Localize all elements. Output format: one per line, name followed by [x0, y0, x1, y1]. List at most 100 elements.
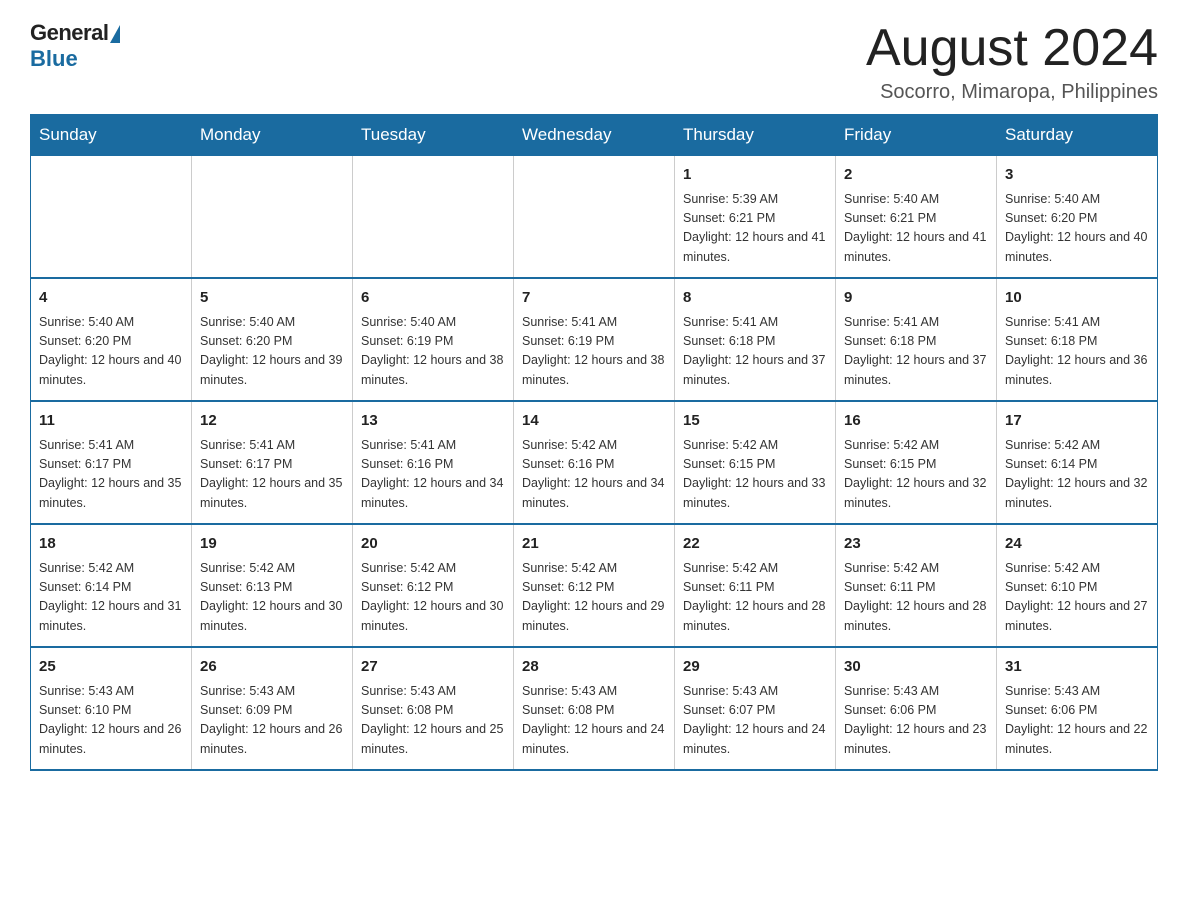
calendar-cell: 13 Sunrise: 5:41 AMSunset: 6:16 PMDayligh… [353, 401, 514, 524]
calendar-cell: 7Sunrise: 5:41 AMSunset: 6:19 PMDaylight… [514, 278, 675, 401]
day-info: Sunrise: 5:42 AMSunset: 6:12 PMDaylight:… [361, 559, 505, 637]
calendar-table: SundayMondayTuesdayWednesdayThursdayFrid… [30, 114, 1158, 771]
day-number: 1 [683, 164, 827, 187]
day-headers-row: SundayMondayTuesdayWednesdayThursdayFrid… [31, 115, 1158, 156]
day-info: Sunrise: 5:43 AMSunset: 6:09 PMDaylight:… [200, 682, 344, 760]
calendar-cell: 5Sunrise: 5:40 AMSunset: 6:20 PMDaylight… [192, 278, 353, 401]
calendar-cell: 30Sunrise: 5:43 AMSunset: 6:06 PMDayligh… [836, 647, 997, 770]
calendar-cell: 27 Sunrise: 5:43 AMSunset: 6:08 PMDayligh… [353, 647, 514, 770]
calendar-cell: 29 Sunrise: 5:43 AMSunset: 6:07 PMDayligh… [675, 647, 836, 770]
calendar-cell: 23 Sunrise: 5:42 AMSunset: 6:11 PMDayligh… [836, 524, 997, 647]
day-info: Sunrise: 5:42 AMSunset: 6:15 PMDaylight:… [683, 436, 827, 514]
calendar-cell: 11Sunrise: 5:41 AMSunset: 6:17 PMDayligh… [31, 401, 192, 524]
page-header: General Blue August 2024 Socorro, Mimaro… [30, 20, 1158, 104]
day-number: 19 [200, 533, 344, 556]
calendar-cell: 12 Sunrise: 5:41 AMSunset: 6:17 PMDayligh… [192, 401, 353, 524]
day-info: Sunrise: 5:39 AMSunset: 6:21 PMDaylight:… [683, 190, 827, 268]
day-number: 24 [1005, 533, 1149, 556]
day-number: 11 [39, 410, 183, 433]
calendar-body: 1 Sunrise: 5:39 AMSunset: 6:21 PMDaylight… [31, 156, 1158, 771]
day-number: 21 [522, 533, 666, 556]
calendar-cell: 4Sunrise: 5:40 AMSunset: 6:20 PMDaylight… [31, 278, 192, 401]
day-header-monday: Monday [192, 115, 353, 156]
calendar-header: SundayMondayTuesdayWednesdayThursdayFrid… [31, 115, 1158, 156]
day-number: 17 [1005, 410, 1149, 433]
calendar-cell: 31Sunrise: 5:43 AMSunset: 6:06 PMDayligh… [997, 647, 1158, 770]
day-number: 29 [683, 656, 827, 679]
day-info: Sunrise: 5:40 AMSunset: 6:20 PMDaylight:… [1005, 190, 1149, 268]
day-header-wednesday: Wednesday [514, 115, 675, 156]
day-number: 28 [522, 656, 666, 679]
day-info: Sunrise: 5:40 AMSunset: 6:20 PMDaylight:… [39, 313, 183, 391]
calendar-cell [192, 156, 353, 279]
day-info: Sunrise: 5:42 AMSunset: 6:14 PMDaylight:… [1005, 436, 1149, 514]
day-info: Sunrise: 5:40 AMSunset: 6:20 PMDaylight:… [200, 313, 344, 391]
calendar-cell: 19 Sunrise: 5:42 AMSunset: 6:13 PMDayligh… [192, 524, 353, 647]
calendar-cell [514, 156, 675, 279]
day-number: 9 [844, 287, 988, 310]
day-header-saturday: Saturday [997, 115, 1158, 156]
calendar-cell: 15 Sunrise: 5:42 AMSunset: 6:15 PMDayligh… [675, 401, 836, 524]
calendar-cell: 10Sunrise: 5:41 AMSunset: 6:18 PMDayligh… [997, 278, 1158, 401]
title-block: August 2024 Socorro, Mimaropa, Philippin… [866, 20, 1158, 104]
calendar-cell: 6 Sunrise: 5:40 AMSunset: 6:19 PMDaylight… [353, 278, 514, 401]
week-row-4: 18Sunrise: 5:42 AMSunset: 6:14 PMDayligh… [31, 524, 1158, 647]
logo-blue-text: Blue [30, 46, 78, 72]
day-info: Sunrise: 5:42 AMSunset: 6:15 PMDaylight:… [844, 436, 988, 514]
day-info: Sunrise: 5:43 AMSunset: 6:10 PMDaylight:… [39, 682, 183, 760]
week-row-2: 4Sunrise: 5:40 AMSunset: 6:20 PMDaylight… [31, 278, 1158, 401]
day-info: Sunrise: 5:40 AMSunset: 6:21 PMDaylight:… [844, 190, 988, 268]
day-info: Sunrise: 5:42 AMSunset: 6:11 PMDaylight:… [683, 559, 827, 637]
day-info: Sunrise: 5:41 AMSunset: 6:18 PMDaylight:… [844, 313, 988, 391]
day-info: Sunrise: 5:43 AMSunset: 6:06 PMDaylight:… [844, 682, 988, 760]
day-info: Sunrise: 5:41 AMSunset: 6:18 PMDaylight:… [683, 313, 827, 391]
calendar-cell: 9 Sunrise: 5:41 AMSunset: 6:18 PMDaylight… [836, 278, 997, 401]
calendar-cell: 21 Sunrise: 5:42 AMSunset: 6:12 PMDayligh… [514, 524, 675, 647]
day-number: 16 [844, 410, 988, 433]
day-number: 26 [200, 656, 344, 679]
day-number: 20 [361, 533, 505, 556]
day-number: 13 [361, 410, 505, 433]
day-info: Sunrise: 5:41 AMSunset: 6:16 PMDaylight:… [361, 436, 505, 514]
day-number: 6 [361, 287, 505, 310]
day-number: 3 [1005, 164, 1149, 187]
logo: General Blue [30, 20, 120, 72]
day-info: Sunrise: 5:43 AMSunset: 6:06 PMDaylight:… [1005, 682, 1149, 760]
calendar-cell: 20 Sunrise: 5:42 AMSunset: 6:12 PMDayligh… [353, 524, 514, 647]
calendar-cell [31, 156, 192, 279]
calendar-cell: 17 Sunrise: 5:42 AMSunset: 6:14 PMDayligh… [997, 401, 1158, 524]
day-number: 27 [361, 656, 505, 679]
day-number: 23 [844, 533, 988, 556]
day-number: 25 [39, 656, 183, 679]
calendar-cell: 3 Sunrise: 5:40 AMSunset: 6:20 PMDaylight… [997, 156, 1158, 279]
day-info: Sunrise: 5:42 AMSunset: 6:11 PMDaylight:… [844, 559, 988, 637]
calendar-cell: 16 Sunrise: 5:42 AMSunset: 6:15 PMDayligh… [836, 401, 997, 524]
day-header-sunday: Sunday [31, 115, 192, 156]
day-number: 22 [683, 533, 827, 556]
calendar-cell: 25 Sunrise: 5:43 AMSunset: 6:10 PMDayligh… [31, 647, 192, 770]
day-header-friday: Friday [836, 115, 997, 156]
week-row-1: 1 Sunrise: 5:39 AMSunset: 6:21 PMDaylight… [31, 156, 1158, 279]
calendar-cell: 1 Sunrise: 5:39 AMSunset: 6:21 PMDaylight… [675, 156, 836, 279]
day-number: 2 [844, 164, 988, 187]
day-number: 18 [39, 533, 183, 556]
day-info: Sunrise: 5:41 AMSunset: 6:17 PMDaylight:… [200, 436, 344, 514]
day-info: Sunrise: 5:42 AMSunset: 6:12 PMDaylight:… [522, 559, 666, 637]
calendar-cell: 28Sunrise: 5:43 AMSunset: 6:08 PMDayligh… [514, 647, 675, 770]
calendar-cell: 22 Sunrise: 5:42 AMSunset: 6:11 PMDayligh… [675, 524, 836, 647]
day-info: Sunrise: 5:42 AMSunset: 6:10 PMDaylight:… [1005, 559, 1149, 637]
calendar-title: August 2024 [866, 20, 1158, 77]
day-info: Sunrise: 5:43 AMSunset: 6:08 PMDaylight:… [361, 682, 505, 760]
day-info: Sunrise: 5:43 AMSunset: 6:07 PMDaylight:… [683, 682, 827, 760]
day-number: 14 [522, 410, 666, 433]
day-info: Sunrise: 5:42 AMSunset: 6:13 PMDaylight:… [200, 559, 344, 637]
calendar-subtitle: Socorro, Mimaropa, Philippines [866, 81, 1158, 104]
calendar-cell: 18Sunrise: 5:42 AMSunset: 6:14 PMDayligh… [31, 524, 192, 647]
calendar-cell: 8Sunrise: 5:41 AMSunset: 6:18 PMDaylight… [675, 278, 836, 401]
calendar-cell [353, 156, 514, 279]
day-number: 15 [683, 410, 827, 433]
day-info: Sunrise: 5:41 AMSunset: 6:19 PMDaylight:… [522, 313, 666, 391]
day-info: Sunrise: 5:40 AMSunset: 6:19 PMDaylight:… [361, 313, 505, 391]
day-number: 12 [200, 410, 344, 433]
day-number: 10 [1005, 287, 1149, 310]
